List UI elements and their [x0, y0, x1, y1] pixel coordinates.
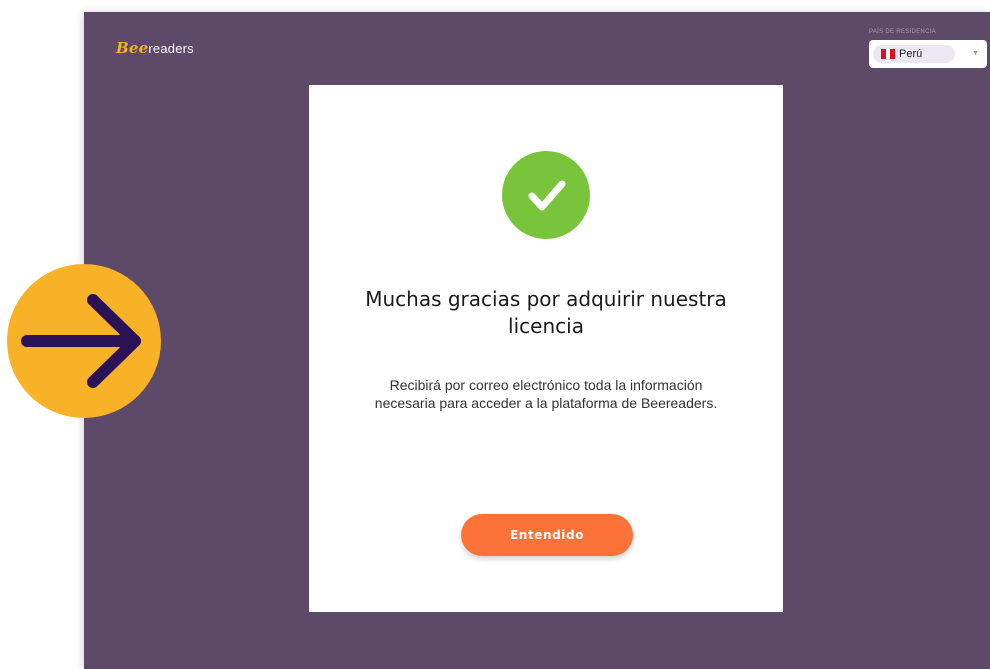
- chevron-down-icon: ▼: [972, 50, 979, 57]
- app-screen: Beereaders PAÍS DE RESIDENCIA Perú ▼ Muc…: [84, 12, 990, 669]
- logo-bee: Bee: [116, 39, 149, 57]
- country-selector: PAÍS DE RESIDENCIA Perú ▼: [869, 29, 987, 68]
- country-dropdown[interactable]: Perú ▼: [869, 40, 987, 68]
- check-circle-icon: [502, 151, 590, 239]
- dialog-title: Muchas gracias por adquirir nuestra lice…: [365, 287, 727, 338]
- country-label: PAÍS DE RESIDENCIA: [869, 29, 936, 35]
- country-value: Perú: [899, 48, 923, 60]
- beereaders-logo[interactable]: Beereaders: [116, 39, 194, 57]
- dialog-description: Recibirá por correo electrónico toda la …: [374, 377, 718, 411]
- country-chip: Perú: [873, 45, 955, 63]
- understood-button[interactable]: Entendido: [461, 514, 633, 556]
- logo-readers: readers: [148, 41, 194, 56]
- confirmation-dialog: Muchas gracias por adquirir nuestra lice…: [309, 85, 783, 612]
- peru-flag-icon: [881, 49, 896, 59]
- arrow-right-icon: [7, 264, 161, 418]
